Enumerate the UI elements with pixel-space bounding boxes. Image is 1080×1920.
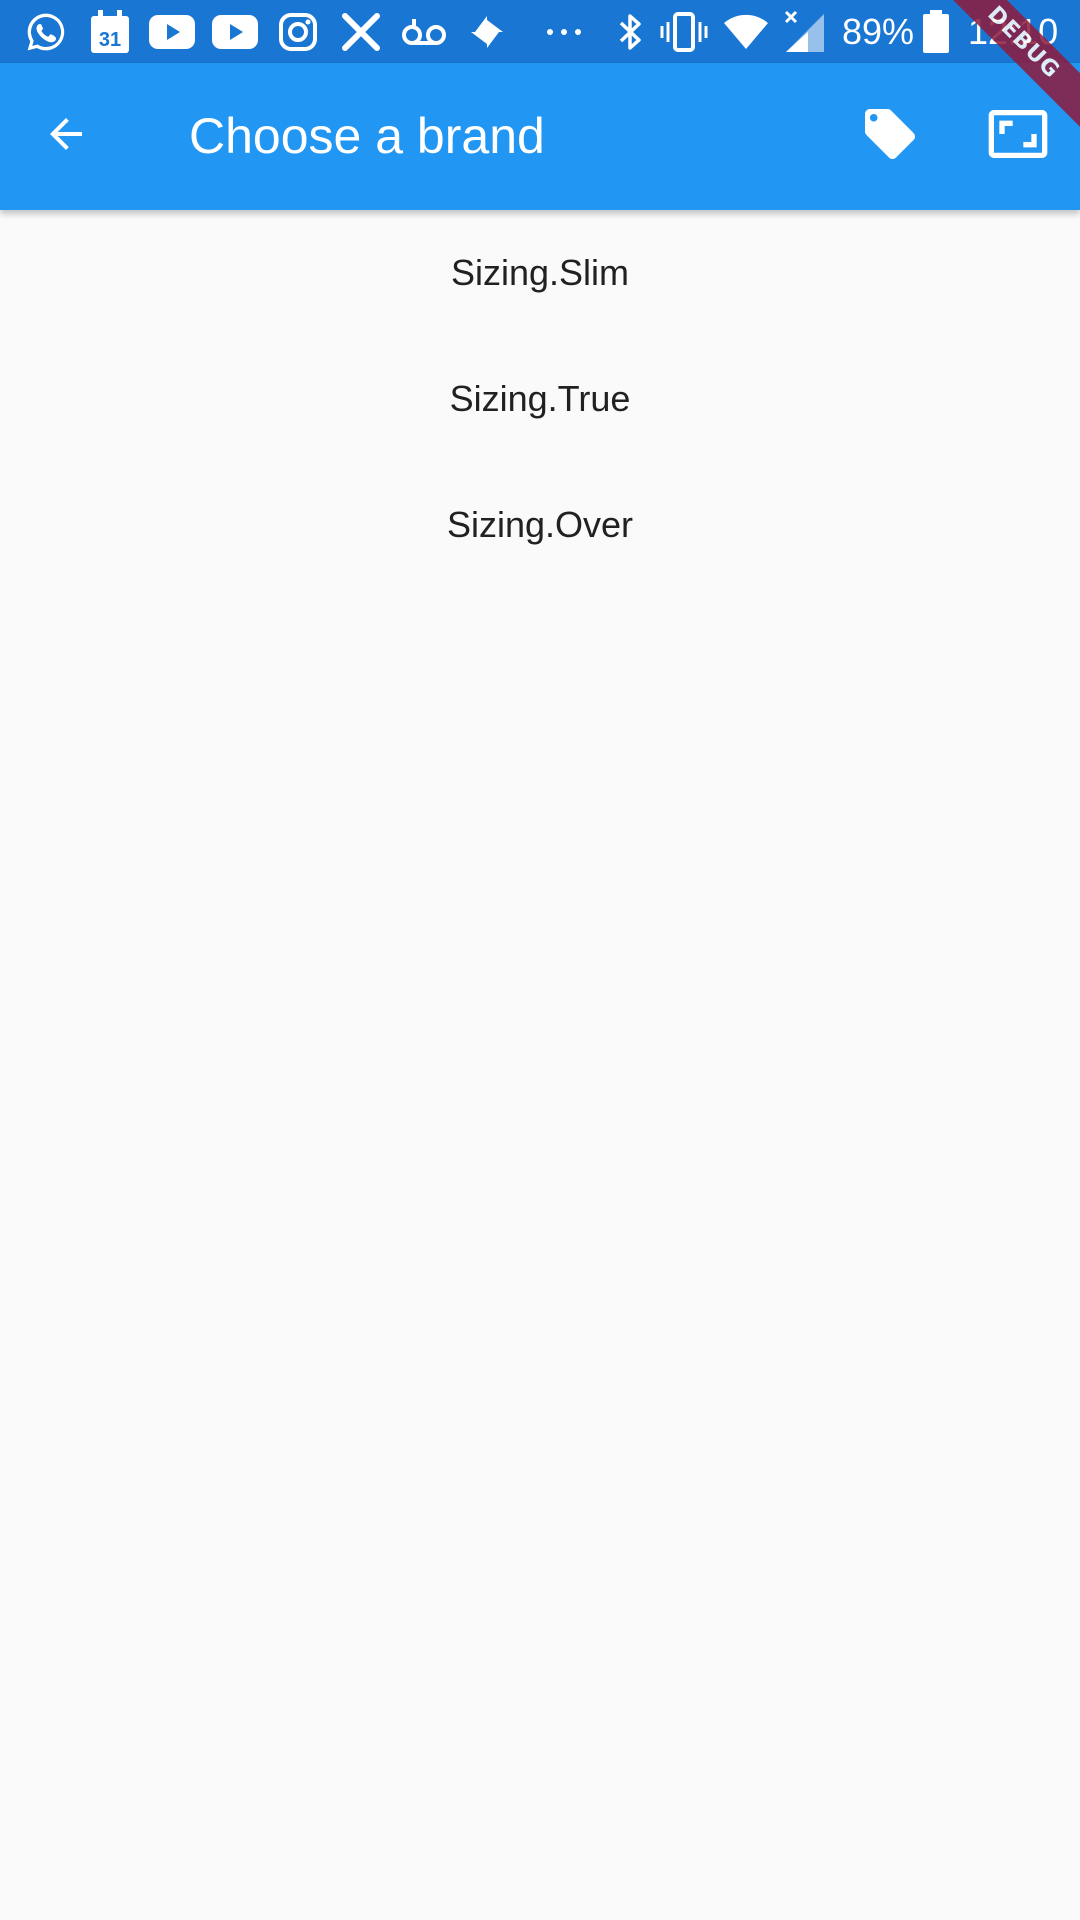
calendar-day: 31	[99, 29, 121, 51]
brand-list: Sizing.Slim Sizing.True Sizing.Over	[0, 210, 1080, 1920]
whatsapp-icon	[22, 8, 70, 56]
wifi-icon	[722, 8, 770, 56]
youtube-icon	[148, 8, 196, 56]
battery-icon	[912, 8, 960, 56]
tag-icon	[860, 104, 920, 169]
calendar-icon: 31	[86, 8, 134, 56]
aspect-ratio-button[interactable]	[982, 100, 1054, 172]
x-app-icon	[337, 8, 385, 56]
aspect-ratio-icon	[986, 102, 1050, 171]
status-bar: 31 89% 12:10	[0, 0, 1080, 63]
battery-level: 89%	[842, 11, 915, 52]
back-button[interactable]	[30, 100, 102, 172]
option-sizing-true[interactable]: Sizing.True	[0, 336, 1080, 462]
page-title: Choose a brand	[189, 108, 545, 164]
instagram-icon	[274, 8, 322, 56]
vibrate-icon	[660, 8, 708, 56]
tag-button[interactable]	[854, 100, 926, 172]
option-sizing-over[interactable]: Sizing.Over	[0, 462, 1080, 588]
arrow-back-icon	[42, 110, 90, 163]
signal-icon	[780, 8, 828, 56]
pinwheel-icon	[463, 8, 511, 56]
voicemail-icon	[400, 8, 448, 56]
bluetooth-icon	[606, 8, 654, 56]
more-dots-icon	[540, 8, 588, 56]
option-sizing-slim[interactable]: Sizing.Slim	[0, 210, 1080, 336]
app-bar: Choose a brand	[0, 63, 1080, 210]
youtube-icon	[211, 8, 259, 56]
